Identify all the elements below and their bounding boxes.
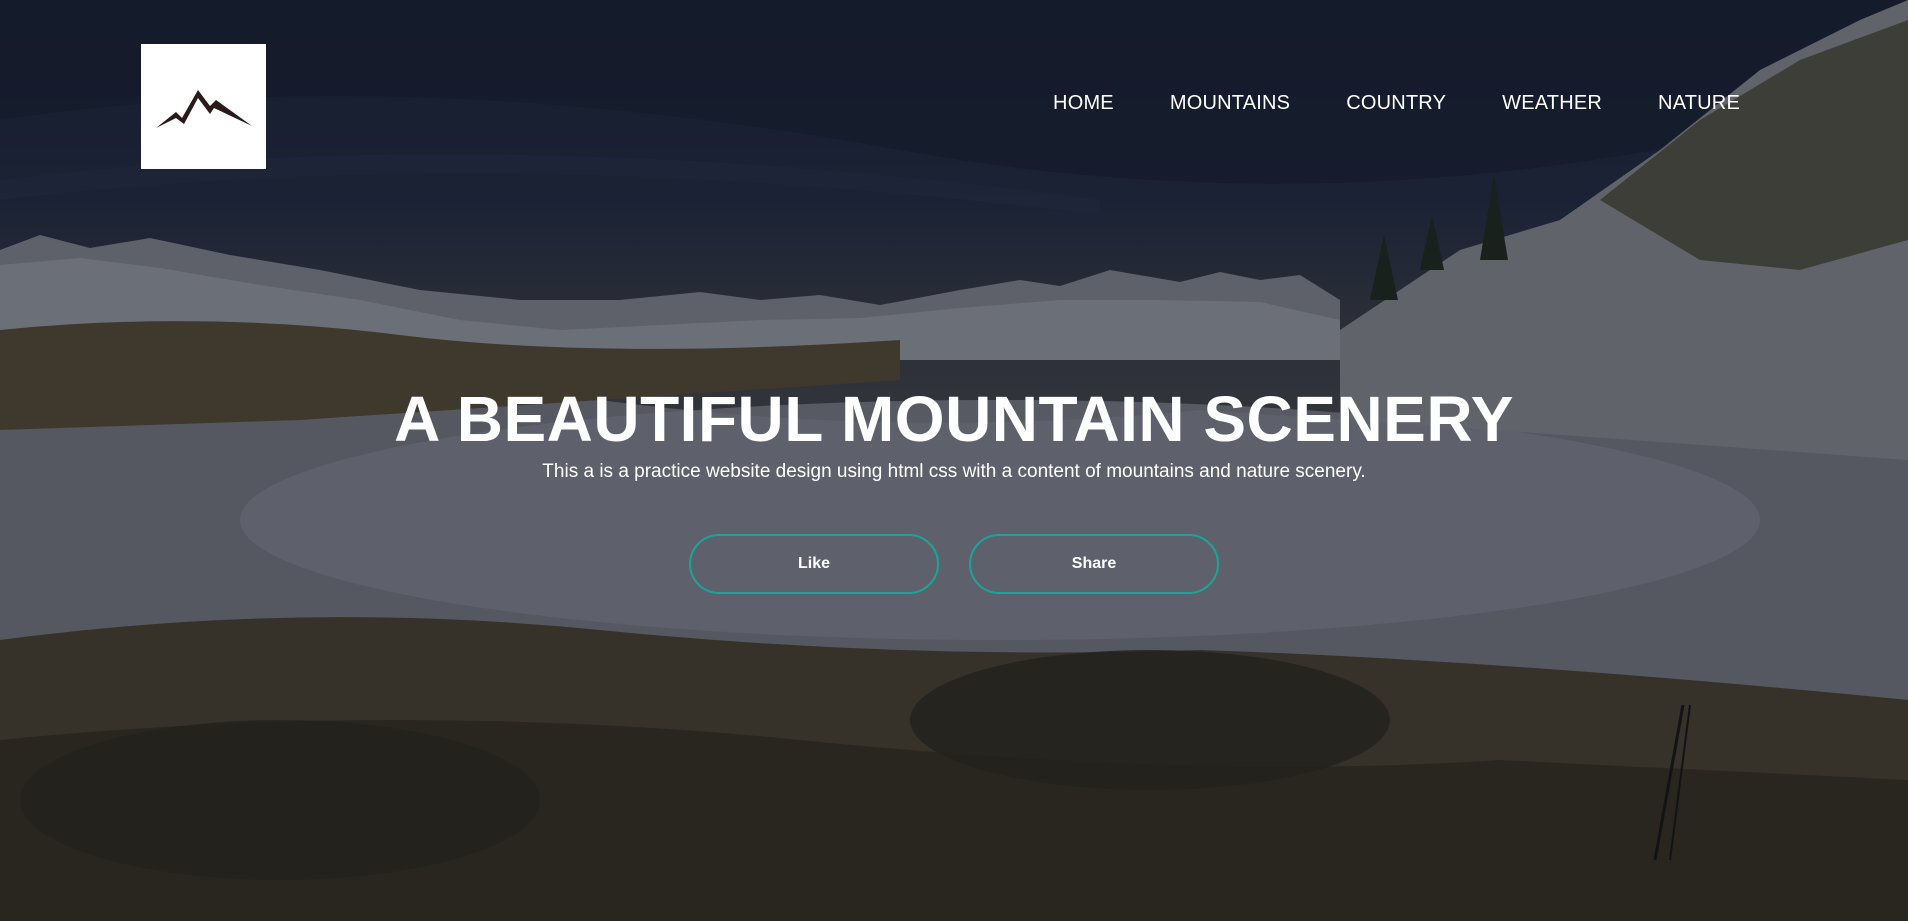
share-button[interactable]: Share [969,534,1219,594]
nav-item-mountains[interactable]: MOUNTAINS [1170,92,1290,115]
mountain-logo-icon [155,89,252,128]
nav-item-weather[interactable]: WEATHER [1502,92,1602,115]
like-button[interactable]: Like [689,534,939,594]
nav-item-country[interactable]: COUNTRY [1346,92,1446,115]
site-logo[interactable] [141,44,266,169]
nav-item-nature[interactable]: NATURE [1658,92,1740,115]
hero-actions: Like Share [0,534,1908,594]
hero-title: A BEAUTIFUL MOUNTAIN SCENERY [394,383,1514,455]
hero-section: HOME MOUNTAINS COUNTRY WEATHER NATURE A … [0,0,1908,921]
hero-subtitle: This a is a practice website design usin… [542,461,1366,482]
main-navigation: HOME MOUNTAINS COUNTRY WEATHER NATURE [1053,92,1740,115]
nav-item-home[interactable]: HOME [1053,92,1114,115]
